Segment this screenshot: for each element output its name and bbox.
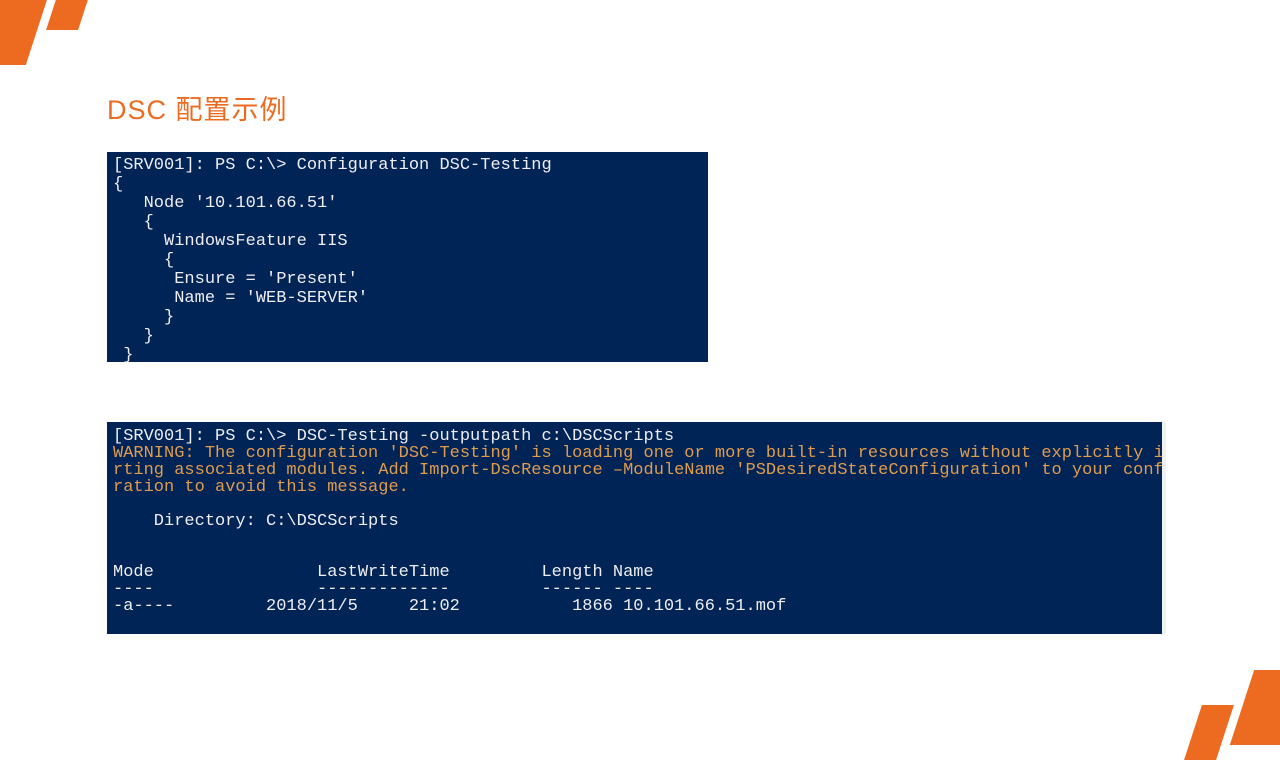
decorative-corner-bottom bbox=[1150, 665, 1280, 720]
decorative-bar bbox=[1184, 705, 1234, 760]
slide-title: DSC 配置示例 bbox=[107, 88, 288, 127]
decorative-corner-top bbox=[0, 0, 130, 55]
terminal-warning-text: WARNING: The configuration 'DSC-Testing'… bbox=[113, 444, 1166, 497]
terminal-directory-listing: Directory: C:\DSCScripts Mode LastWriteT… bbox=[113, 512, 786, 616]
decorative-bar bbox=[1230, 670, 1280, 745]
decorative-bar bbox=[46, 0, 96, 30]
terminal-output-block: [SRV001]: PS C:\> DSC-Testing -outputpat… bbox=[107, 422, 1166, 634]
terminal-config-block: [SRV001]: PS C:\> Configuration DSC-Test… bbox=[107, 152, 708, 362]
decorative-bar bbox=[0, 0, 50, 65]
